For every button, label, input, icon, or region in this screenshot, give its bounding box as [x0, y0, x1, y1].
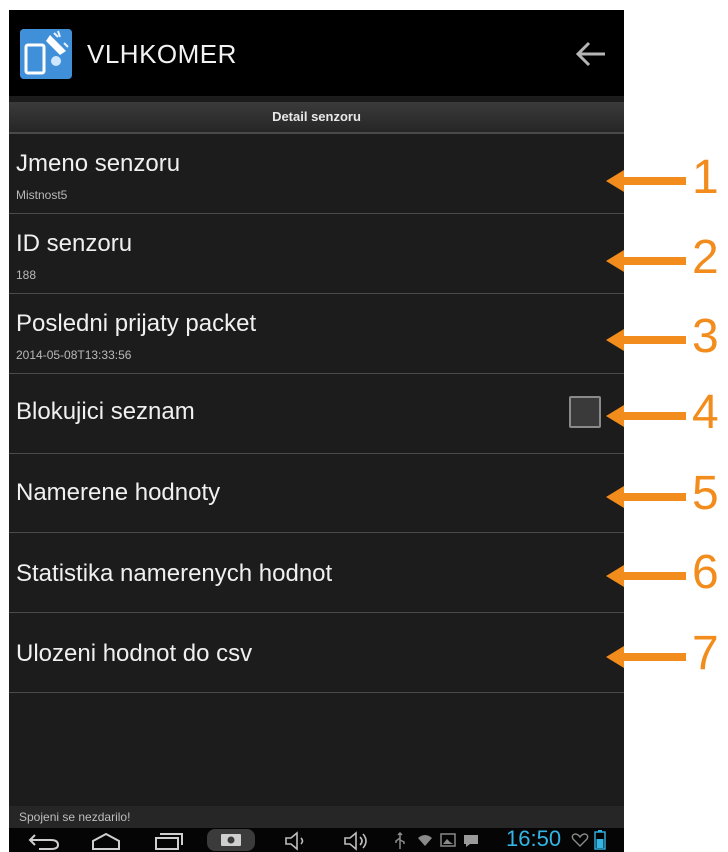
annotation-marker-7: 7: [600, 627, 728, 680]
list-item-title: Namerene hodnoty: [16, 479, 221, 506]
section-header: Detail senzoru: [9, 102, 624, 134]
orange-arrow-icon: [606, 250, 686, 272]
annotation-number: 4: [692, 386, 719, 439]
heart-icon: [571, 832, 589, 852]
nav-home-icon[interactable]: [89, 831, 123, 852]
list-item-title: Blokujici seznam: [16, 398, 195, 425]
orange-arrow-icon: [606, 405, 686, 427]
list-item-subtitle: 2014-05-08T13:33:56: [16, 348, 132, 362]
device-screen: VLHKOMER Detail senzoru Jmeno senzoru Mi…: [9, 10, 624, 852]
nav-recent-apps-icon[interactable]: [152, 831, 186, 852]
orange-arrow-icon: [606, 565, 686, 587]
annotation-number: 5: [692, 467, 719, 520]
orange-arrow-icon: [606, 170, 686, 192]
annotation-number: 2: [692, 231, 719, 284]
wifi-icon: [417, 832, 433, 852]
list-item-title: Posledni prijaty packet: [16, 310, 257, 337]
system-navigation-bar: 16:50: [9, 826, 624, 852]
list-item-measured-values[interactable]: Namerene hodnoty: [9, 454, 624, 533]
orange-arrow-icon: [606, 329, 686, 351]
annotation-marker-1: 1: [600, 151, 728, 204]
list-item-last-packet[interactable]: Posledni prijaty packet 2014-05-08T13:33…: [9, 294, 624, 374]
list-item-blocklist[interactable]: Blokujici seznam: [9, 374, 624, 454]
orange-arrow-icon: [606, 486, 686, 508]
app-title: VLHKOMER: [87, 39, 237, 69]
status-message: Spojeni se nezdarilo!: [19, 810, 131, 824]
app-logo-icon: [20, 29, 72, 79]
usb-icon: [393, 831, 407, 852]
volume-up-icon[interactable]: [342, 831, 370, 852]
annotation-number: 3: [692, 310, 719, 363]
annotation-number: 1: [692, 151, 719, 204]
action-bar: VLHKOMER: [9, 10, 624, 96]
list-item-title: Ulozeni hodnot do csv: [16, 640, 253, 667]
battery-icon: [594, 830, 606, 852]
annotation-marker-6: 6: [600, 546, 728, 599]
volume-down-icon[interactable]: [283, 831, 309, 852]
nav-back-icon[interactable]: [27, 831, 61, 852]
orange-arrow-icon: [606, 646, 686, 668]
annotation-number: 6: [692, 546, 719, 599]
status-message-bar: Spojeni se nezdarilo!: [9, 806, 624, 828]
annotation-marker-4: 4: [600, 386, 728, 439]
annotation-number: 7: [692, 627, 719, 680]
back-arrow-icon[interactable]: [573, 36, 609, 72]
blocklist-checkbox[interactable]: [569, 396, 601, 428]
list-item-title: ID senzoru: [16, 230, 133, 257]
annotation-marker-3: 3: [600, 310, 728, 363]
message-notification-icon: [462, 832, 480, 852]
list-item-subtitle: Mistnost5: [16, 188, 68, 202]
list-item-subtitle: 188: [16, 268, 37, 282]
gallery-notification-icon: [440, 832, 456, 852]
list-item-export-csv[interactable]: Ulozeni hodnot do csv: [9, 613, 624, 693]
screenshot-icon[interactable]: [205, 828, 257, 852]
list-item-title: Jmeno senzoru: [16, 150, 181, 177]
annotation-marker-2: 2: [600, 231, 728, 284]
list-item-sensor-name[interactable]: Jmeno senzoru Mistnost5: [9, 134, 624, 214]
list-item-statistics[interactable]: Statistika namerenych hodnot: [9, 533, 624, 613]
status-clock: 16:50: [506, 826, 562, 851]
list-item-title: Statistika namerenych hodnot: [16, 560, 333, 587]
annotation-marker-5: 5: [600, 467, 728, 520]
list-item-sensor-id[interactable]: ID senzoru 188: [9, 214, 624, 294]
